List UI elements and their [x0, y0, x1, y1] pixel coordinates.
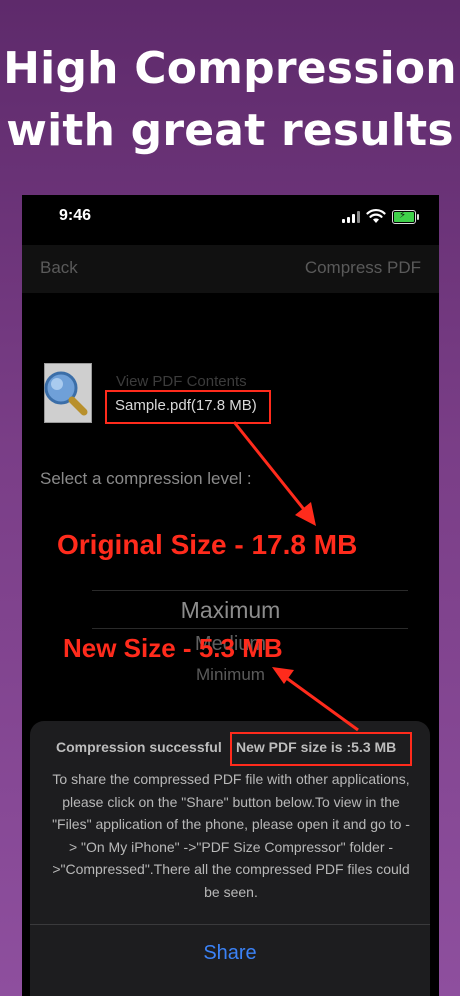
sheet-title: Compression successful	[56, 739, 222, 755]
signal-icon	[342, 211, 360, 223]
status-time: 9:46	[59, 207, 92, 224]
compression-level-label: Select a compression level :	[40, 469, 252, 488]
promo-line-2: with great results	[6, 105, 454, 156]
file-size-highlight	[105, 390, 271, 424]
picker-divider	[92, 628, 408, 629]
sheet-divider	[30, 924, 430, 925]
back-button[interactable]: Back	[40, 258, 78, 278]
phone-screen: 9:46 ⚡ Back Compress PDF View PDF Conten…	[22, 195, 439, 996]
compression-result-sheet: Compression successful New PDF size is :…	[30, 721, 430, 996]
picker-option-maximum[interactable]: Maximum	[22, 597, 439, 624]
share-button[interactable]: Share	[30, 942, 430, 965]
status-bar: 9:46 ⚡	[22, 195, 439, 239]
navigation-bar: Back Compress PDF	[22, 245, 439, 293]
wifi-icon	[366, 209, 386, 223]
nav-title: Compress PDF	[304, 258, 421, 277]
sheet-message: To share the compressed PDF file with ot…	[52, 771, 410, 900]
view-pdf-contents-link[interactable]: View PDF Contents	[116, 373, 247, 390]
new-size-highlight	[230, 732, 412, 766]
promo-headline: High Compression with great results	[0, 38, 460, 162]
picker-divider	[92, 590, 408, 591]
pdf-magnifier-icon[interactable]	[44, 363, 92, 423]
picker-option-minimum[interactable]: Minimum	[22, 665, 439, 685]
original-size-annotation: Original Size - 17.8 MB	[57, 529, 358, 560]
promo-line-1: High Compression	[3, 43, 457, 94]
battery-icon: ⚡	[392, 210, 419, 224]
new-size-annotation: New Size - 5.3 MB	[63, 633, 283, 663]
